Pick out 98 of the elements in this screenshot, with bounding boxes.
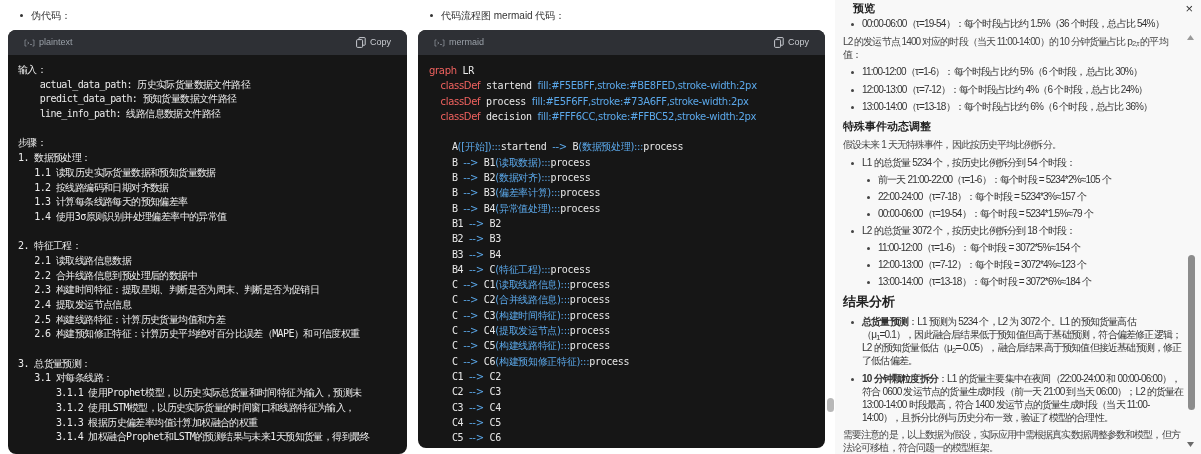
bullet-icon <box>430 13 433 17</box>
code-line: actual_data_path: 历史实际货量数据文件路径 <box>38 77 251 93</box>
code-line: C --> C1(读取线路信息):::process <box>450 278 610 293</box>
bullet-icon <box>20 13 23 17</box>
panel-title: 预览 <box>853 1 875 17</box>
code-line: C5 --> C6 <box>450 431 501 446</box>
code-line: C --> C3(构建时间特征):::process <box>450 308 610 323</box>
code-line: C4 --> C5 <box>450 415 501 430</box>
code-line: 3.1.1 使用Prophet模型，以历史实际总货量和时间特征为输入，预测未 <box>54 386 362 401</box>
bullet-icon <box>851 161 854 165</box>
code-line: 2.2 合并线路信息到预处理后的数据中 <box>33 268 197 283</box>
list-item-text: 13:00-14:00（τ=13-18）：每个时段占比约 6%（6 个时段，总占比 36%） <box>862 100 1153 113</box>
code-line: 1.3 计算每条线路每天的预知偏差率 <box>33 195 188 210</box>
list-item-text: 11:00-12:00（τ=1-6）：每个时段占比约 5%（6 个时段，总占比 30%） <box>862 65 1143 78</box>
list-item-text: 00:00-06:00（τ=19-54）：每个时段占比约 1.5%（36 个时段，总占比 54%） <box>862 17 1164 30</box>
bullet-icon <box>851 321 854 324</box>
copy-icon <box>356 37 366 48</box>
bullet-icon <box>867 264 870 267</box>
code-line: 3. 总货量预测： <box>18 356 91 371</box>
copy-icon <box>774 37 784 48</box>
code-line: 输入： <box>18 63 47 77</box>
code-line: classDef process fill:#E5F6FF,stroke:#73A6FF,stroke-width:2px <box>439 94 749 109</box>
bullet-icon <box>851 88 854 92</box>
bullet-icon <box>851 23 854 26</box>
code-line: 2.1 读取线路信息数据 <box>33 253 132 268</box>
section-subheading: 特殊事件动态调整 <box>843 118 932 134</box>
bullet-icon <box>867 178 870 182</box>
language-label: mermaid <box>449 35 484 49</box>
code-line: B --> B1(读取数据):::process <box>450 155 591 170</box>
list-item-text: 10 分钟颗粒度拆分：L1 的货量主要集中在夜间（22:00-24:00 和 00:00-06:00），符合 0600 发运节点的货量生成时段（前一天 21:00 到当天 06:00）；L2 的货量在 13:00-14:00 时段最高，符合 1400 发运节点的货量生成时段（当天 11:00-14:00），且拆分比例与历史分布一致，验证了模型的合理性。 <box>862 371 1185 424</box>
code-line: C3 --> C4 <box>450 400 501 415</box>
code-line: C --> C4(提取发运节点):::process <box>450 324 610 339</box>
intro-text: 伪代码： <box>31 8 71 23</box>
bullet-icon <box>867 195 870 199</box>
bullet-icon <box>851 106 854 109</box>
code-line: graph LR <box>429 64 474 78</box>
code-line: B1 --> B2 <box>450 216 501 231</box>
code-line: C --> C5(构建线路特征):::process <box>450 339 610 354</box>
code-line: C2 --> C3 <box>450 385 501 400</box>
bullet-icon <box>867 247 870 250</box>
code-line: 1.2 按线路编码和日期对齐数据 <box>33 180 169 195</box>
terminal-icon <box>434 38 445 47</box>
code-line: 1. 数据预处理： <box>18 151 91 166</box>
section-heading: 结果分析 <box>843 292 896 311</box>
code-line: 2.4 提取发运节点信息 <box>33 298 132 312</box>
code-line: B --> B4(异常值处理):::process <box>450 201 601 216</box>
code-line: classDef decision fill:#FFF6CC,stroke:#FFBC52,stroke-width:2px <box>439 109 757 124</box>
paragraph: L2 的发运节点 1400 对应的时段（当天 11:00-14:00）的 10 分钟货量占比 p$_{2,τ}$ 的平均值： <box>843 34 1170 61</box>
paragraph: 需要注意的是，以上数据为假设，实际应用中需根据真实数据调整参数和模型，但方法论可移植，符合问题一的模型框架。 <box>843 428 1182 454</box>
bullet-icon <box>851 377 854 381</box>
code-line: classDef startend fill:#F5EBFF,stroke:#BE8FED,stroke-width:2px <box>439 79 757 94</box>
code-line: B4 --> C(特征工程):::process <box>450 262 591 277</box>
code-line: B3 --> B4 <box>450 247 501 262</box>
close-button[interactable]: × <box>1185 2 1193 15</box>
list-item-text: 11:00-12:00（τ=1-6）：每个时段 = 3072*5%≈154 个 <box>878 241 1081 254</box>
list-item-text: L2 的总货量 3072 个，按历史比例拆分到 18 个时段： <box>862 224 1076 237</box>
paragraph: 假设未来 1 天无特殊事件，因此按历史平均比例拆分。 <box>843 138 1062 151</box>
code-line: 3.1 对每条线路： <box>33 371 113 386</box>
code-line: 3.1.4 加权融合Prophet和LSTM的预测结果与未来1天预知货量，得到最终 <box>54 430 370 445</box>
bullet-icon <box>851 230 854 233</box>
scrollbar-thumb[interactable] <box>1188 255 1195 410</box>
list-item-text: 前一天 21:00-22:00（τ=1-6）：每个时段 = 5234*2%≈105 个 <box>878 172 1111 186</box>
code-line: 2.5 构建线路特征：计算历史货量均值和方差 <box>33 312 226 327</box>
code-line: 2.3 构建时间特征：提取星期、判断是否为周末、判断是否为促销日 <box>33 283 320 298</box>
bullet-icon <box>851 71 854 74</box>
code-line: 步骤： <box>18 136 47 151</box>
code-line: 3.1.3 根据历史偏差率均值计算加权融合的权重 <box>54 415 258 430</box>
code-line: B --> B2(数据对齐):::process <box>450 171 591 186</box>
intro-text: 代码流程图 mermaid 代码： <box>441 8 566 23</box>
code-line: 1.4 使用3σ原则识别并处理偏差率中的异常值 <box>33 209 227 224</box>
code-line: line_info_path: 线路信息数据文件路径 <box>38 107 221 122</box>
list-item-text: 总货量预测：L1 预测为 5234 个，L2 为 3072 个。L1 的预知货量高估（μ$_{1}$=0.1），因此融合后结果低于预知值但高于基础预测，符合偏差修正逻辑；L2 的预知货量低估（μ$_{2}$=-0.05），融合后结果高于预知值但接近基础预测，修正了低估偏差。 <box>862 315 1183 367</box>
list-item-text: 12:00-13:00（τ=7-12）：每个时段占比约 4%（6 个时段，总占比 24%） <box>862 82 1148 96</box>
bullet-icon <box>867 281 870 284</box>
terminal-icon <box>24 38 35 47</box>
code-line: 2.6 构建预知修正特征：计算历史平均绝对百分比误差（MAPE）和可信度权重 <box>33 327 360 342</box>
code-line: C --> C6(构建预知修正特征):::process <box>450 354 630 369</box>
list-item-text: 00:00-06:00（τ=19-54）：每个时段 = 5234*1.5%≈79 个 <box>878 206 1093 220</box>
code-line: A([开始]):::startend --> B(数据预处理):::process <box>450 140 684 155</box>
code-line: B2 --> B3 <box>450 232 501 247</box>
list-item-text: 22:00-24:00（τ=7-18）：每个时段 = 5234*3%≈157 个 <box>878 189 1087 203</box>
code-line: C1 --> C2 <box>450 369 501 384</box>
list-item-text: L1 的总货量 5234 个，按历史比例拆分到 54 个时段： <box>862 155 1076 169</box>
code-line: 1.1 读取历史实际货量数据和预知货量数据 <box>33 165 216 180</box>
copy-button[interactable]: Copy <box>356 35 391 50</box>
code-line: B --> B3(偏差率计算):::process <box>450 186 601 201</box>
bullet-icon <box>867 212 870 216</box>
code-line: predict_data_path: 预知货量数据文件路径 <box>38 92 237 107</box>
code-line: 3.1.2 使用LSTM模型，以历史实际货量的时间窗口和线路特征为输入， <box>54 400 355 415</box>
list-item-text: 13:00-14:00（τ=13-18）：每个时段 = 3072*6%≈184 个 <box>878 275 1091 288</box>
scroll-down-icon[interactable] <box>1187 442 1194 447</box>
language-label: plaintext <box>39 35 73 49</box>
copy-button[interactable]: Copy <box>774 35 809 50</box>
list-item-text: 12:00-13:00（τ=7-12）：每个时段 = 3072*4%≈123 个 <box>878 258 1087 271</box>
scrollbar-thumb[interactable] <box>827 398 834 412</box>
scroll-up-icon[interactable] <box>1187 35 1194 40</box>
code-line: C --> C2(合并线路信息):::process <box>450 293 610 308</box>
code-line: 2. 特征工程： <box>18 239 82 254</box>
